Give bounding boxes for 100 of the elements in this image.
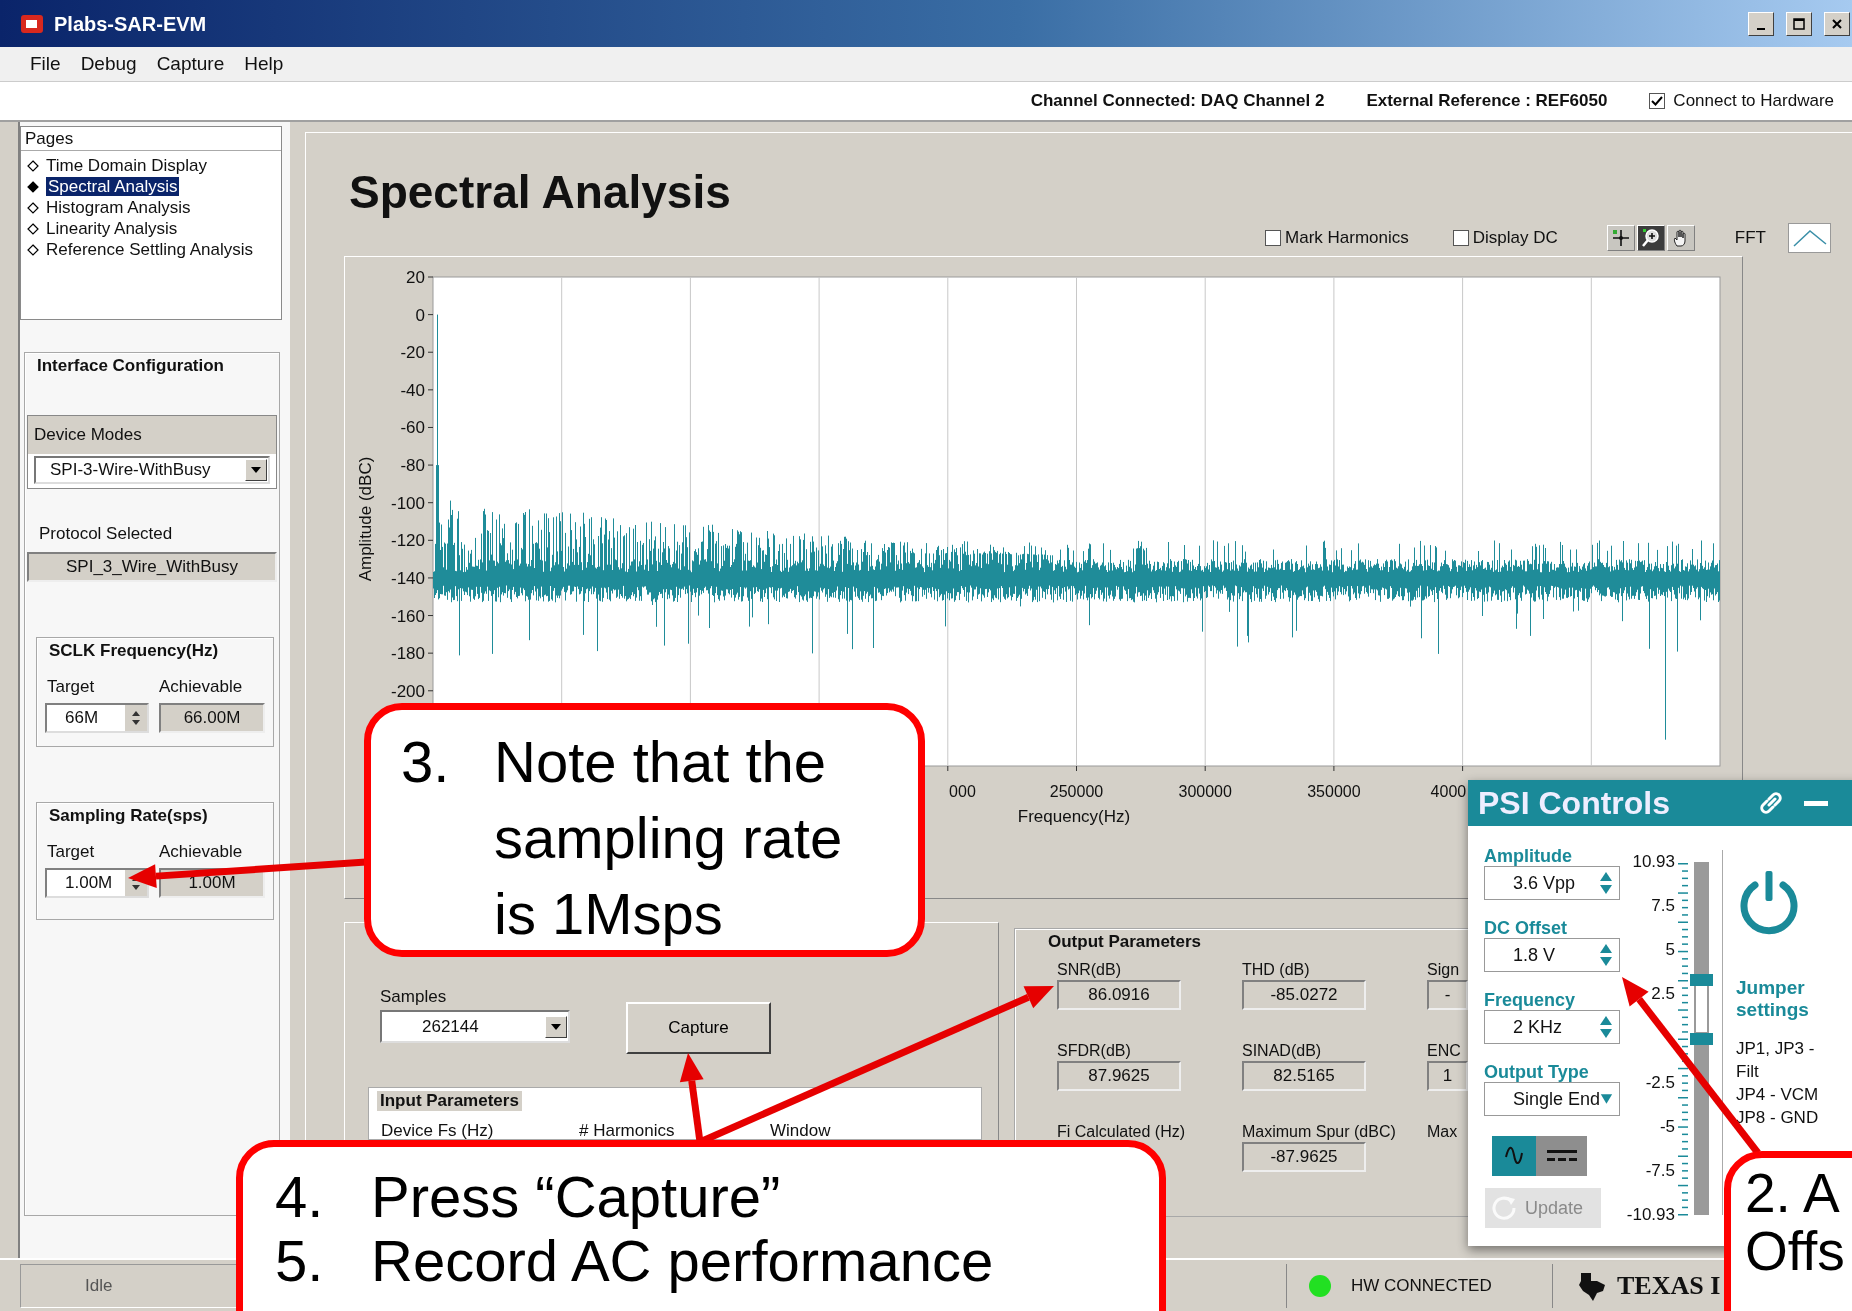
- target-field[interactable]: 66M: [45, 703, 149, 733]
- page-item[interactable]: Linearity Analysis: [46, 218, 178, 239]
- slider-range: [1696, 986, 1707, 1033]
- axis-label: -200: [390, 681, 425, 701]
- output-field: 86.0916: [1057, 979, 1181, 1010]
- axis-label: -80: [400, 456, 425, 476]
- field-label: Target: [47, 677, 96, 697]
- zoom-tool-button[interactable]: [1636, 224, 1665, 251]
- crosshair-tool-button[interactable]: [1606, 224, 1635, 251]
- close-button[interactable]: [1824, 11, 1850, 36]
- parameter-label: Max: [1427, 1121, 1458, 1142]
- page-item[interactable]: Spectral Analysis: [46, 177, 180, 196]
- maximize-icon: [1793, 17, 1805, 30]
- axis-label: -40: [400, 380, 425, 400]
- channel-status: Channel Connected: DAQ Channel 2: [1030, 90, 1325, 113]
- checkbox[interactable]: [1649, 93, 1666, 109]
- menu-item[interactable]: Debug: [72, 49, 145, 79]
- mode-dropdown[interactable]: SPI-3-Wire-WithBusy: [34, 455, 270, 484]
- scale-label: -2.5: [1644, 1073, 1675, 1092]
- output-field: 1: [1427, 1060, 1468, 1091]
- close-icon: [1832, 18, 1842, 29]
- achievable-field: 66.00M: [159, 703, 265, 733]
- value-field[interactable]: 1.8 V: [1484, 938, 1620, 972]
- status-text: HW CONNECTED: [1351, 1274, 1492, 1297]
- jumper-text: JP8 - GND: [1736, 1107, 1820, 1129]
- parameter-label: ENC: [1427, 1040, 1461, 1061]
- slider-thumb[interactable]: [1690, 974, 1713, 987]
- axis-label: 000: [949, 783, 976, 800]
- reference-status: External Reference : REF6050: [1366, 90, 1608, 113]
- axis-label: -100: [390, 493, 425, 513]
- axis-label: 350000: [1307, 783, 1361, 800]
- field-label: Frequency: [1484, 992, 1577, 1008]
- output-type-dropdown[interactable]: Single End: [1484, 1082, 1620, 1116]
- jumper-text: JP1, JP3 - Filt: [1736, 1038, 1816, 1083]
- step-number: 3.: [401, 728, 451, 796]
- panel-header: Device Modes: [28, 415, 276, 454]
- refresh-icon: [1491, 1195, 1517, 1221]
- fft-label: FFT: [1734, 226, 1766, 249]
- axis-label: 300000: [1178, 783, 1232, 800]
- axis-label: 20: [406, 268, 425, 287]
- panel-title: PSI Controls: [1478, 784, 1671, 823]
- logo-text: TEXAS I: [1617, 1270, 1721, 1302]
- scale-label: 2.5: [1650, 985, 1675, 1004]
- checkbox[interactable]: [1265, 229, 1282, 246]
- page-item[interactable]: Histogram Analysis: [46, 197, 191, 218]
- field-label: Achievable: [159, 842, 244, 862]
- output-field: -87.9625: [1242, 1141, 1366, 1172]
- target-field[interactable]: 1.00M: [45, 868, 149, 898]
- callout-text: Note that the sampling rate is 1Msps: [494, 728, 844, 948]
- dropdown-button[interactable]: [245, 458, 267, 481]
- list-header: Pages: [21, 127, 281, 151]
- menu-item[interactable]: Capture: [148, 49, 233, 79]
- step-number: 4.: [275, 1165, 325, 1229]
- scale-label: -7.5: [1644, 1161, 1675, 1180]
- samples-dropdown[interactable]: 262144: [380, 1010, 570, 1043]
- group-title: Input Parameters: [377, 1091, 522, 1111]
- menu-item[interactable]: Help: [236, 49, 292, 79]
- minimize-button[interactable]: [1748, 11, 1774, 36]
- scale-label: 10.93: [1631, 853, 1675, 871]
- field-label: DC Offset: [1484, 920, 1568, 936]
- parameter-label: Fi Calculated (Hz): [1057, 1121, 1186, 1142]
- parameter-label: SNR(dB): [1057, 959, 1121, 980]
- dropdown-button[interactable]: [545, 1015, 567, 1038]
- checkbox-label: Display DC: [1472, 226, 1558, 249]
- dc-mode-button[interactable]: [1536, 1136, 1587, 1176]
- axis-title: Frequency(Hz): [1017, 807, 1131, 826]
- field-label: Target: [47, 842, 96, 862]
- checkbox-label: Connect to Hardware: [1673, 90, 1834, 113]
- checkbox-label: Mark Harmonics: [1285, 226, 1409, 249]
- zoom-icon: [1640, 227, 1661, 248]
- spin-button[interactable]: [125, 705, 147, 731]
- page-item[interactable]: Time Domain Display: [46, 155, 207, 176]
- axis-label: -20: [400, 343, 425, 363]
- scale-label: 7.5: [1650, 897, 1675, 916]
- up-down-arrows-icon: [1599, 870, 1613, 896]
- page-item[interactable]: Reference Settling Analysis: [46, 239, 253, 260]
- parameter-label: SINAD(dB): [1242, 1040, 1322, 1061]
- checkbox[interactable]: [1452, 229, 1469, 246]
- menu-item[interactable]: File: [22, 49, 69, 79]
- sine-mode-button[interactable]: [1492, 1136, 1536, 1176]
- value-field[interactable]: 2 KHz: [1484, 1010, 1620, 1044]
- line-style-selector[interactable]: [1788, 222, 1831, 253]
- scale-label: -5: [1658, 1117, 1675, 1136]
- callout-text: Record AC performance: [371, 1229, 995, 1293]
- crosshair-icon: [1610, 227, 1631, 248]
- axis-label: 0: [415, 305, 425, 325]
- protocol-field: SPI_3_Wire_WithBusy: [27, 551, 277, 582]
- caret-icon: [551, 1023, 561, 1030]
- value-field[interactable]: 3.6 Vpp: [1484, 866, 1620, 900]
- maximize-button[interactable]: [1786, 11, 1812, 36]
- output-field: -: [1427, 979, 1468, 1010]
- parameter-label: Maximum Spur (dBC): [1242, 1121, 1396, 1142]
- axis-label: -60: [400, 418, 425, 438]
- capture-button[interactable]: Capture: [626, 1002, 771, 1054]
- slider-thumb[interactable]: [1690, 1032, 1713, 1045]
- parameter-label: Sign: [1427, 959, 1460, 980]
- hand-tool-button[interactable]: [1666, 224, 1695, 251]
- field-label: Amplitude: [1484, 848, 1573, 864]
- column-label: # Harmonics: [579, 1120, 676, 1141]
- output-field: -85.0272: [1242, 979, 1366, 1010]
